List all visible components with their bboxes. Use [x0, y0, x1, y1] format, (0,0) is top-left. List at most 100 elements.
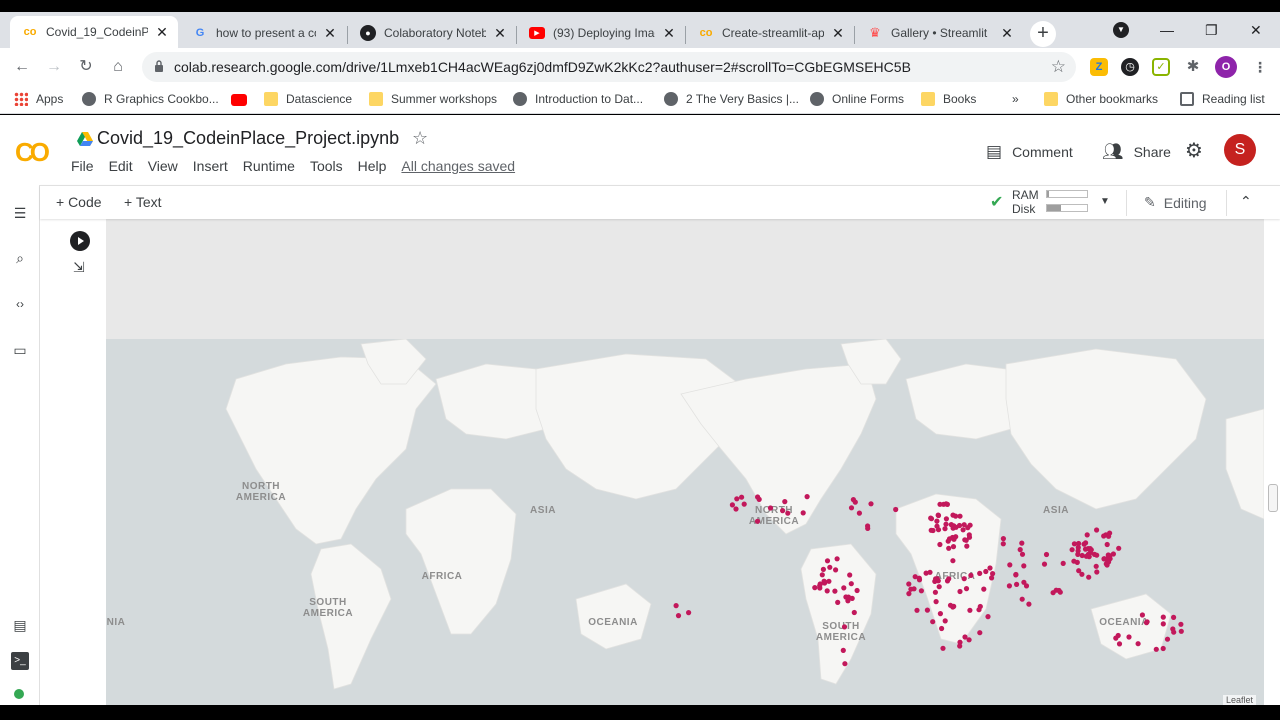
covid-case-marker[interactable] — [1085, 551, 1091, 557]
covid-case-marker[interactable] — [850, 497, 857, 503]
covid-case-marker[interactable] — [1000, 541, 1006, 547]
covid-case-marker[interactable] — [943, 516, 950, 522]
minimize-icon[interactable]: — — [1160, 22, 1174, 38]
covid-case-marker[interactable] — [957, 588, 963, 595]
covid-case-marker[interactable] — [989, 575, 995, 581]
bookmarks-overflow-button[interactable]: » — [1012, 92, 1019, 106]
covid-case-marker[interactable] — [1106, 533, 1112, 539]
covid-case-marker[interactable] — [848, 505, 855, 511]
covid-case-marker[interactable] — [854, 587, 860, 594]
covid-case-marker[interactable] — [1079, 571, 1085, 577]
covid-case-marker[interactable] — [1083, 540, 1089, 546]
menu-runtime[interactable]: Runtime — [243, 158, 295, 174]
restore-icon[interactable]: ❐ — [1205, 22, 1218, 39]
save-status-link[interactable]: All changes saved — [401, 158, 515, 174]
add-text-cell-button[interactable]: + Text — [124, 194, 162, 210]
covid-case-marker[interactable] — [754, 518, 761, 524]
covid-case-marker[interactable] — [1013, 571, 1019, 578]
covid-case-marker[interactable] — [1144, 619, 1150, 625]
terminal-icon[interactable]: >_ — [11, 652, 29, 670]
covid-case-marker[interactable] — [943, 521, 949, 527]
covid-case-marker[interactable] — [835, 599, 841, 605]
covid-case-marker[interactable] — [944, 501, 951, 507]
notebook-title[interactable]: Covid_19_CodeinPlace_Project.ipynb — [97, 128, 399, 149]
covid-case-marker[interactable] — [1160, 621, 1166, 627]
covid-case-marker[interactable] — [1019, 540, 1025, 546]
covid-case-marker[interactable] — [933, 576, 939, 582]
star-icon[interactable]: ☆ — [412, 128, 428, 149]
covid-case-marker[interactable] — [686, 610, 692, 616]
clock-extension-icon[interactable]: ◷ — [1121, 58, 1139, 76]
code-snippets-icon[interactable]: ‹› — [11, 295, 29, 313]
covid-case-marker[interactable] — [827, 564, 833, 570]
covid-case-marker[interactable] — [948, 522, 954, 528]
covid-case-marker[interactable] — [1019, 596, 1025, 602]
tab-streamlit-gallery[interactable]: ♛ Gallery • Streamlit ✕ — [855, 18, 1023, 48]
covid-case-marker[interactable] — [961, 576, 967, 582]
ram-usage-bar[interactable] — [1046, 190, 1088, 198]
covid-case-marker[interactable] — [755, 494, 761, 500]
covid-case-marker[interactable] — [965, 525, 971, 531]
bookmark-reading-list[interactable]: Reading list — [1180, 92, 1265, 106]
covid-case-marker[interactable] — [1160, 614, 1166, 620]
covid-case-marker[interactable] — [937, 541, 943, 548]
settings-gear-icon[interactable]: ⚙ — [1185, 138, 1203, 163]
bookmark-youtube[interactable] — [231, 94, 255, 106]
menu-view[interactable]: View — [148, 158, 178, 174]
covid-case-marker[interactable] — [1071, 541, 1077, 547]
covid-case-marker[interactable] — [987, 565, 993, 571]
covid-case-marker[interactable] — [1075, 551, 1081, 557]
covid-case-marker[interactable] — [1139, 612, 1145, 618]
address-bar[interactable]: colab.research.google.com/drive/1Lmxeb1C… — [142, 52, 1076, 82]
covid-case-marker[interactable] — [963, 586, 970, 592]
back-icon[interactable]: ← — [12, 57, 32, 77]
world-map-svg[interactable]: NORTH AMERICA SOUTH AMERICA AFRICA ASIA OCEANI… — [106, 338, 1264, 705]
covid-case-marker[interactable] — [1160, 645, 1166, 652]
covid-case-marker[interactable] — [868, 501, 874, 507]
covid-case-marker[interactable] — [977, 630, 983, 636]
covid-case-marker[interactable] — [851, 609, 857, 616]
covid-case-marker[interactable] — [990, 571, 996, 577]
covid-case-marker[interactable] — [834, 556, 840, 562]
covid-case-marker[interactable] — [947, 602, 954, 608]
covid-case-marker[interactable] — [1153, 646, 1159, 652]
covid-case-marker[interactable] — [953, 524, 959, 530]
covid-case-marker[interactable] — [729, 502, 736, 508]
covid-case-marker[interactable] — [967, 607, 973, 613]
covid-case-marker[interactable] — [1113, 635, 1119, 641]
tab-github[interactable]: ● Colaboratory Noteb ✕ — [348, 18, 516, 48]
extension-icon[interactable]: Z — [1090, 58, 1108, 76]
profile-avatar[interactable]: O — [1215, 56, 1237, 78]
output-scrollbar-thumb[interactable] — [1268, 484, 1278, 512]
editing-mode-button[interactable]: ✎ Editing — [1144, 194, 1207, 211]
close-icon[interactable]: ✕ — [154, 24, 170, 41]
tab-colab-notebook[interactable]: co Covid_19_CodeinPla ✕ — [10, 16, 178, 48]
covid-case-marker[interactable] — [1171, 629, 1177, 635]
covid-case-marker[interactable] — [924, 607, 931, 613]
covid-case-marker[interactable] — [963, 537, 969, 543]
covid-case-marker[interactable] — [1074, 559, 1080, 565]
share-button[interactable]: 👥︎ Share — [1102, 142, 1171, 162]
covid-case-marker[interactable] — [1060, 560, 1066, 566]
covid-case-marker[interactable] — [966, 637, 972, 643]
covid-case-marker[interactable] — [1178, 621, 1184, 627]
covid-case-marker[interactable] — [937, 611, 944, 617]
covid-case-marker[interactable] — [1079, 552, 1085, 559]
covid-case-marker[interactable] — [1014, 581, 1020, 587]
covid-case-marker[interactable] — [934, 518, 940, 524]
covid-case-marker[interactable] — [1069, 547, 1075, 553]
covid-case-marker[interactable] — [820, 566, 827, 572]
covid-case-marker[interactable] — [932, 589, 939, 595]
covid-case-marker[interactable] — [843, 594, 849, 600]
new-tab-button[interactable]: + — [1030, 21, 1056, 47]
covid-case-marker[interactable] — [939, 625, 945, 632]
covid-case-marker[interactable] — [673, 603, 679, 609]
covid-case-marker[interactable] — [940, 645, 946, 651]
comment-button[interactable]: ▤ Comment — [986, 142, 1073, 162]
covid-case-marker[interactable] — [842, 661, 848, 667]
covid-case-marker[interactable] — [832, 588, 838, 594]
covid-case-marker[interactable] — [1000, 536, 1007, 542]
covid-case-marker[interactable] — [942, 526, 948, 532]
covid-case-marker[interactable] — [767, 505, 774, 511]
covid-case-marker[interactable] — [1085, 546, 1091, 552]
